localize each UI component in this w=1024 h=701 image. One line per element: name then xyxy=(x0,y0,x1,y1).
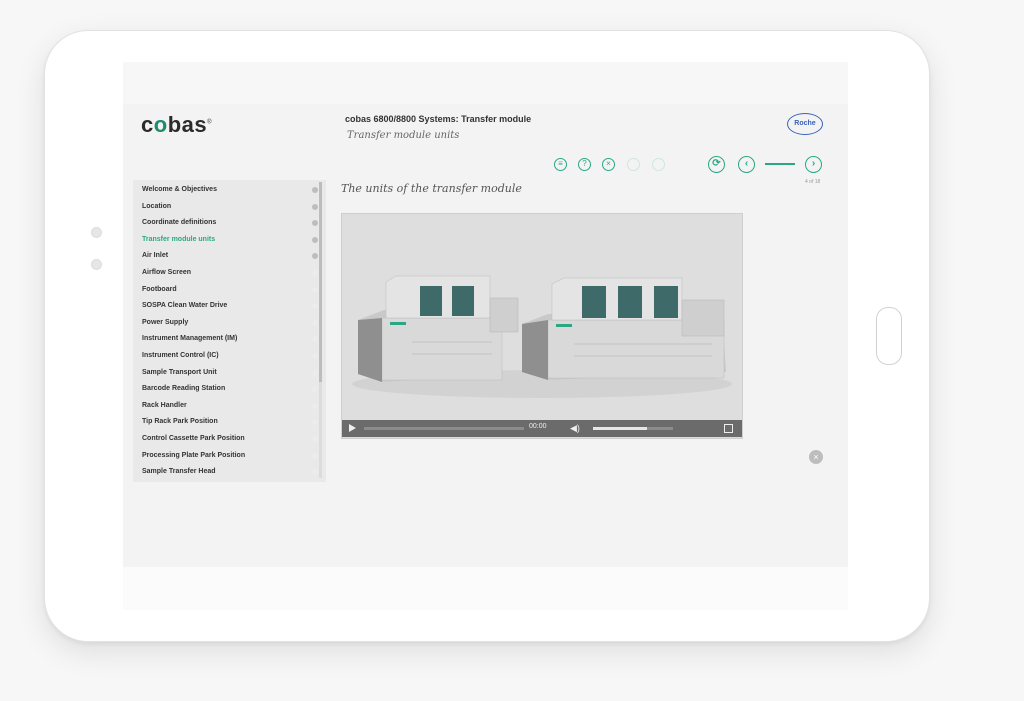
menu-item[interactable]: Power Supply xyxy=(142,315,318,331)
menu-item-status-icon xyxy=(312,336,318,343)
logo-part: bas xyxy=(167,112,208,137)
menu-item-label: Barcode Reading Station xyxy=(142,385,226,393)
menu-item-status-icon xyxy=(312,436,318,442)
course-title: cobas 6800/8800 Systems: Transfer module xyxy=(345,114,532,124)
menu-item-label: Instrument Management (IM) xyxy=(142,335,238,343)
menu-item-label: Air Inlet xyxy=(142,252,169,260)
menu-item-label: Airflow Screen xyxy=(142,269,192,276)
section-heading: The units of the transfer module xyxy=(341,182,522,195)
menu-item-status-icon xyxy=(312,220,318,227)
transfer-module-video-frame xyxy=(342,214,742,420)
page-progress-bar xyxy=(765,163,795,165)
menu-item-status-icon xyxy=(312,353,318,359)
cobas-logo: cobas® xyxy=(141,112,212,138)
menu-item[interactable]: Control Cassette Park Position xyxy=(142,431,318,447)
disabled-tool-icon-2 xyxy=(652,158,665,171)
fullscreen-icon[interactable] xyxy=(724,424,733,433)
chapter-menu: Welcome & Objectives Location Coordinate d… xyxy=(133,180,326,482)
menu-item[interactable]: Rack Handler xyxy=(142,398,318,414)
volume-slider-fill xyxy=(593,427,648,430)
page-counter: 4 of 18 xyxy=(805,179,821,185)
menu-item[interactable]: Barcode Reading Station xyxy=(142,381,318,397)
menu-item[interactable]: Location xyxy=(142,199,318,215)
volume-slider[interactable] xyxy=(593,427,673,430)
menu-scrollbar-thumb[interactable] xyxy=(319,182,322,382)
menu-item[interactable]: Footboard xyxy=(142,282,318,298)
menu-item-label: Coordinate definitions xyxy=(142,219,217,227)
video-seek-bar[interactable] xyxy=(364,427,524,430)
menu-item-label: Transfer module units xyxy=(142,235,216,243)
tablet-sensor xyxy=(91,259,102,270)
menu-item-label: Rack Handler xyxy=(142,401,187,409)
menu-item-label: Power Supply xyxy=(142,318,189,326)
menu-item-label: Sample Transfer Head xyxy=(142,468,216,476)
volume-icon[interactable]: ◀) xyxy=(570,424,580,433)
menu-item-status-icon xyxy=(312,253,318,260)
menu-item-status-icon xyxy=(312,236,318,243)
menu-item[interactable]: Airflow Screen xyxy=(142,265,318,281)
tablet-home-button[interactable] xyxy=(876,307,902,365)
menu-item-label: Location xyxy=(142,202,172,210)
menu-item[interactable]: Processing Plate Park Position xyxy=(142,448,318,464)
menu-item-status-icon xyxy=(312,187,318,193)
menu-item[interactable]: Coordinate definitions xyxy=(142,215,318,231)
menu-item-status-icon xyxy=(312,402,318,409)
next-page-button[interactable]: › xyxy=(805,156,822,173)
menu-item[interactable]: Sample Transfer Head xyxy=(142,464,318,480)
play-icon[interactable] xyxy=(349,424,356,432)
menu-item-status-icon xyxy=(312,286,318,293)
app-screen: cobas® cobas 6800/8800 Systems: Transfer… xyxy=(123,62,848,610)
tablet-camera xyxy=(91,227,102,238)
glossary-icon[interactable]: ≡ xyxy=(554,158,567,171)
page-subtitle: Transfer module units xyxy=(347,130,460,141)
menu-item-status-icon xyxy=(312,203,318,210)
menu-item[interactable]: Instrument Control (IC) xyxy=(142,348,318,364)
video-controls: 00:00 ◀) xyxy=(342,420,742,437)
menu-item[interactable]: Welcome & Objectives xyxy=(142,182,318,198)
menu-item-label: Footboard xyxy=(142,285,177,293)
menu-item-status-icon xyxy=(312,469,318,476)
close-video-button[interactable]: × xyxy=(809,450,823,464)
menu-item[interactable]: SOSPA Clean Water Drive xyxy=(142,298,318,314)
menu-item-status-icon xyxy=(312,452,318,459)
menu-scrollbar[interactable] xyxy=(319,182,322,478)
menu-item-label: Processing Plate Park Position xyxy=(142,451,246,459)
menu-item-status-icon xyxy=(312,303,318,310)
help-icon[interactable]: ? xyxy=(578,158,591,171)
menu-item-label: Instrument Control (IC) xyxy=(142,352,219,359)
menu-item-label: Tip Rack Park Position xyxy=(142,418,218,426)
menu-item-label: Control Cassette Park Position xyxy=(142,435,245,442)
menu-item-label: Welcome & Objectives xyxy=(142,186,217,193)
roche-logo: Roche xyxy=(787,113,823,135)
menu-item-status-icon xyxy=(312,419,318,426)
menu-item-status-icon xyxy=(312,369,318,376)
logo-part: c xyxy=(141,112,154,137)
menu-item[interactable]: Tip Rack Park Position xyxy=(142,414,318,430)
reload-icon[interactable]: ⟳ xyxy=(708,156,725,173)
disabled-tool-icon xyxy=(627,158,640,171)
menu-item[interactable]: Sample Transport Unit xyxy=(142,365,318,381)
logo-trademark: ® xyxy=(207,119,213,126)
menu-item[interactable]: Transfer module units xyxy=(142,232,318,248)
menu-item-status-icon xyxy=(312,386,318,393)
video-time: 00:00 xyxy=(529,423,547,430)
menu-item-label: SOSPA Clean Water Drive xyxy=(142,302,228,310)
previous-page-button[interactable]: ‹ xyxy=(738,156,755,173)
screen-top-band xyxy=(123,62,848,104)
menu-item-status-icon xyxy=(312,270,318,276)
video-player[interactable] xyxy=(341,213,743,439)
menu-item[interactable]: Air Inlet xyxy=(142,248,318,264)
menu-item-label: Sample Transport Unit xyxy=(142,368,217,376)
menu-item[interactable]: Instrument Management (IM) xyxy=(142,331,318,347)
close-icon[interactable]: × xyxy=(602,158,615,171)
menu-item-status-icon xyxy=(312,319,318,326)
screen-bottom-band xyxy=(123,567,848,610)
logo-part-o: o xyxy=(153,112,168,137)
